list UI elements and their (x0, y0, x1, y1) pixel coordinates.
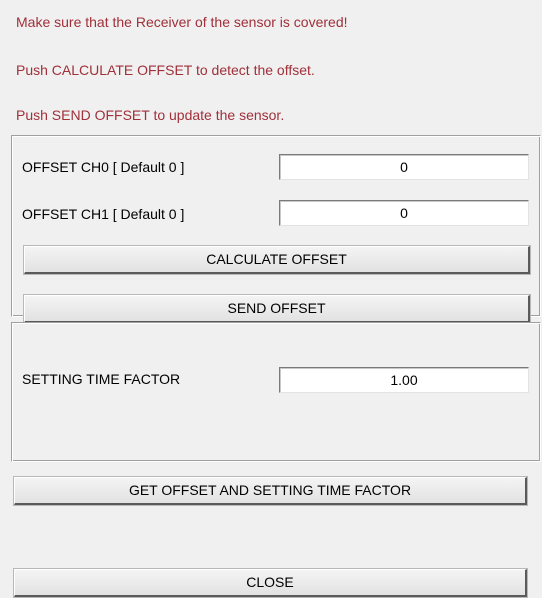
get-offset-and-setting-time-factor-button[interactable]: GET OFFSET AND SETTING TIME FACTOR (13, 476, 528, 506)
offset-ch0-field[interactable]: 0 (279, 154, 529, 180)
send-offset-button[interactable]: SEND OFFSET (23, 294, 531, 324)
offset-ch0-label: OFFSET CH0 [ Default 0 ] (22, 159, 185, 175)
calculate-offset-button[interactable]: CALCULATE OFFSET (23, 245, 531, 275)
instruction-calculate-offset: Push CALCULATE OFFSET to detect the offs… (16, 62, 315, 78)
setting-time-factor-label: SETTING TIME FACTOR (22, 371, 181, 387)
offset-ch1-field[interactable]: 0 (279, 200, 529, 226)
instruction-cover-receiver: Make sure that the Receiver of the senso… (16, 14, 348, 30)
offset-ch1-label: OFFSET CH1 [ Default 0 ] (22, 206, 185, 222)
instruction-send-offset: Push SEND OFFSET to update the sensor. (16, 107, 285, 123)
setting-time-panel: SETTING TIME FACTOR 1.00 (11, 322, 541, 462)
offset-panel: OFFSET CH0 [ Default 0 ] 0 OFFSET CH1 [ … (11, 135, 541, 324)
close-button[interactable]: CLOSE (13, 568, 528, 598)
setting-time-factor-field[interactable]: 1.00 (279, 367, 529, 393)
